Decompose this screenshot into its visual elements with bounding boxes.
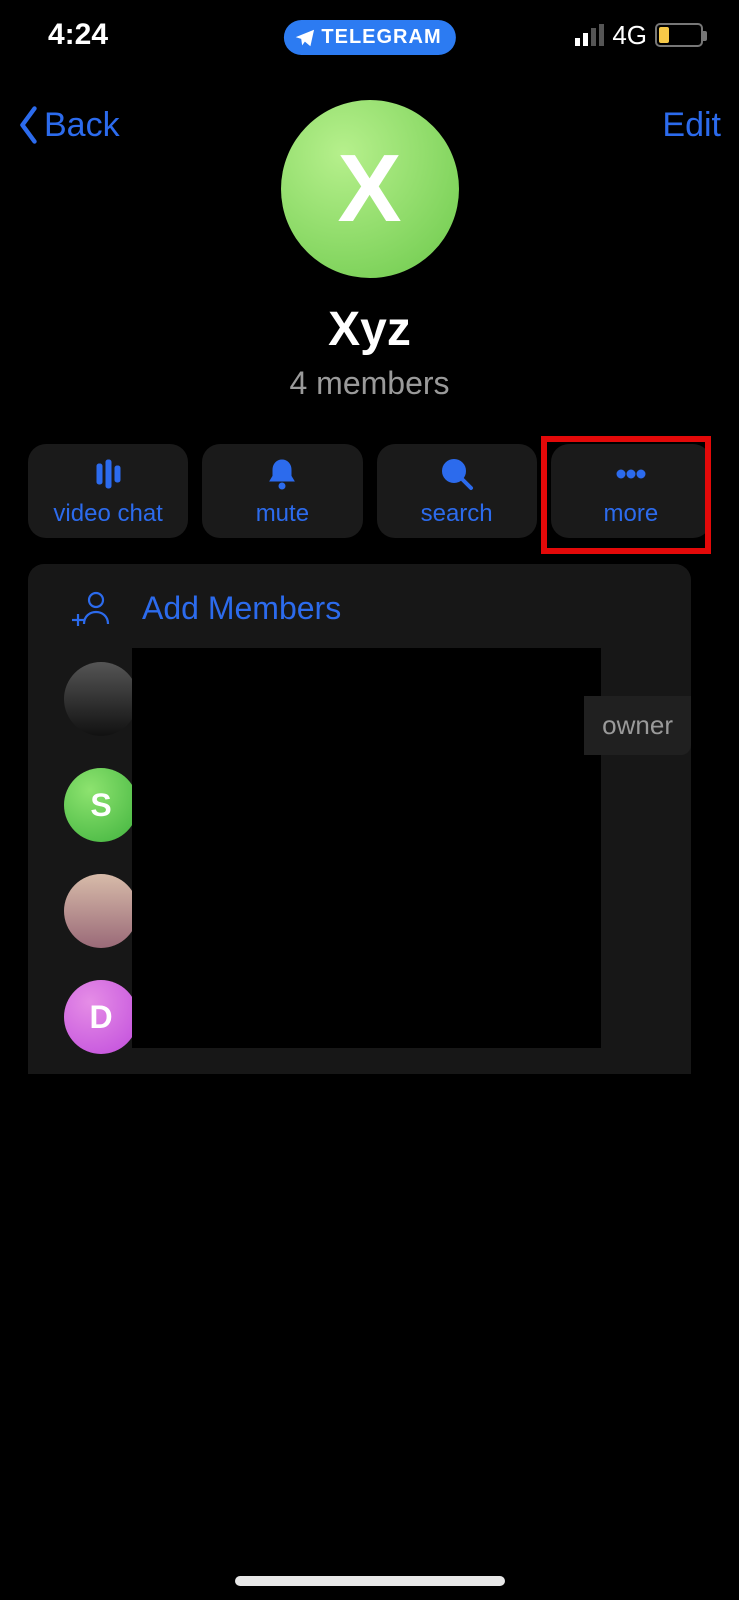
owner-badge: owner xyxy=(584,696,691,755)
group-name: Xyz xyxy=(328,302,411,357)
search-icon xyxy=(437,454,477,494)
screen: 4:24 TELEGRAM 4G Back Edit X Xyz 4 membe… xyxy=(0,0,739,1600)
action-row: video chat mute search more xyxy=(28,444,711,538)
group-header: X Xyz 4 members xyxy=(0,100,739,402)
signal-icon xyxy=(575,24,604,46)
member-avatar[interactable]: D xyxy=(64,980,138,1054)
mute-button[interactable]: mute xyxy=(202,444,362,538)
app-pill-label: TELEGRAM xyxy=(321,26,441,49)
search-label: search xyxy=(421,500,493,528)
member-avatar[interactable] xyxy=(64,874,138,948)
video-chat-label: video chat xyxy=(53,500,162,528)
more-button[interactable]: more xyxy=(551,444,711,538)
member-avatar[interactable]: S xyxy=(64,768,138,842)
status-bar: 4:24 TELEGRAM 4G xyxy=(0,0,739,70)
app-pill: TELEGRAM xyxy=(283,20,455,55)
member-avatar[interactable] xyxy=(64,662,138,736)
members-panel: Add Members S D owner xyxy=(28,564,691,1074)
status-time: 4:24 xyxy=(48,18,168,52)
add-members-button[interactable]: Add Members xyxy=(28,564,691,648)
status-right: 4G xyxy=(575,20,703,51)
members-list: S D owner xyxy=(28,648,691,1054)
battery-icon xyxy=(655,23,703,47)
mute-label: mute xyxy=(256,500,309,528)
group-avatar[interactable]: X xyxy=(281,100,459,278)
video-chat-icon xyxy=(88,454,128,494)
video-chat-button[interactable]: video chat xyxy=(28,444,188,538)
network-label: 4G xyxy=(612,20,647,51)
add-members-label: Add Members xyxy=(142,590,341,627)
group-avatar-initial: X xyxy=(337,134,401,244)
home-indicator[interactable] xyxy=(235,1576,505,1586)
bell-icon xyxy=(262,454,302,494)
telegram-icon xyxy=(293,27,315,49)
more-icon xyxy=(611,454,651,494)
group-subtitle: 4 members xyxy=(289,365,449,402)
add-person-icon xyxy=(70,586,114,630)
more-label: more xyxy=(604,500,659,528)
search-button[interactable]: search xyxy=(377,444,537,538)
redacted-area xyxy=(132,648,601,1048)
